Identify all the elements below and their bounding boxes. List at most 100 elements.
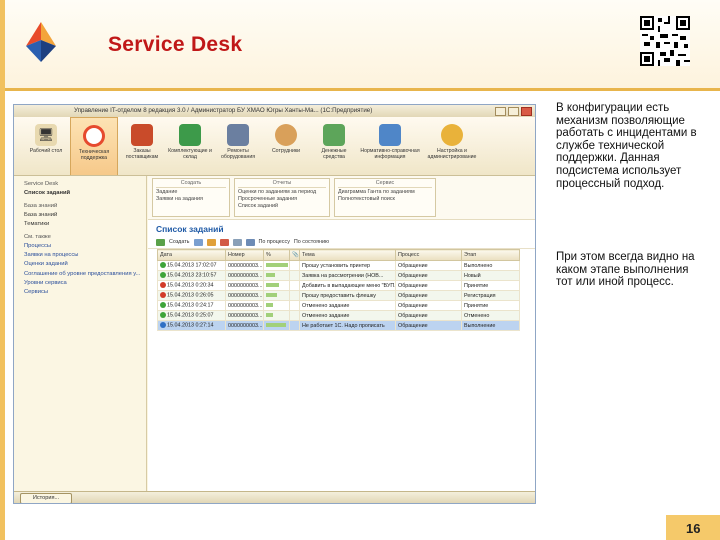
cell-date: 15.04.2013 0:26:05: [157, 290, 226, 301]
cell-date: 15.04.2013 0:24:17: [157, 300, 226, 311]
delete-icon[interactable]: [219, 238, 229, 246]
description-paragraph: В конфигурации есть механизм позволяющие…: [556, 102, 697, 190]
header-divider: [0, 88, 720, 91]
table-row[interactable]: 15.04.2013 0:24:17 0000000003... Отменено …: [157, 300, 520, 311]
status-icon: [160, 312, 166, 319]
column-header-percent[interactable]: %: [263, 249, 290, 261]
description-paragraph-2: При этом всегда видно на каком этапе вып…: [556, 251, 695, 289]
section-components[interactable]: Комплектующие и склад: [166, 117, 214, 175]
find-icon[interactable]: [232, 238, 242, 246]
minimize-button[interactable]: [495, 107, 506, 116]
company-logo: [26, 22, 56, 62]
section-supplier-orders[interactable]: Заказы поставщикам: [118, 117, 166, 175]
attachment-icon[interactable]: 📎: [289, 249, 300, 261]
cell-attachment: [289, 260, 300, 271]
status-icon: [160, 272, 166, 279]
table-row[interactable]: 15.04.2013 0:27:14 0000000003... Не работа…: [157, 320, 520, 331]
cell-progress: [263, 280, 290, 291]
sidebar-link[interactable]: Процессы: [14, 241, 146, 250]
edit-icon[interactable]: [206, 238, 216, 246]
cell-number: 0000000003...: [225, 310, 264, 321]
action-group-service: Сервис Диаграмма Ганта по заданиям Полно…: [334, 178, 436, 217]
table-row[interactable]: 15.04.2013 23:10:57 0000000003... Заявка н…: [157, 270, 520, 281]
section-tech-support[interactable]: Техническая поддержка: [70, 117, 118, 175]
action-link[interactable]: Список заданий: [238, 203, 326, 210]
sidebar-item-knowledge-base[interactable]: База знаний: [14, 210, 146, 219]
section-repairs[interactable]: Ремонты оборудования: [214, 117, 262, 175]
cell-number: 0000000003...: [225, 290, 264, 301]
app-window: Управление IT-отделом 8 редакция 3.0 / А…: [13, 104, 536, 504]
cell-attachment: [289, 300, 300, 311]
action-group-reports: Отчеты Оценки по заданиям за период Прос…: [234, 178, 330, 217]
task-table: Дата Номер % 📎 Тема Процесс Этап 15.04.2…: [157, 249, 520, 331]
maximize-button[interactable]: [508, 107, 519, 116]
window-title: Управление IT-отделом 8 редакция 3.0 / А…: [74, 107, 373, 114]
section-desktop[interactable]: 🖥 Рабочий стол: [22, 117, 70, 175]
board-icon: [179, 124, 201, 146]
cell-progress: [263, 290, 290, 301]
status-icon: [160, 292, 166, 299]
progress-bar: [266, 313, 273, 318]
sidebar-link[interactable]: Заявки на процессы: [14, 251, 146, 260]
cell-process: Обращение: [395, 320, 462, 331]
cell-theme: Прошу установить принтер: [299, 260, 396, 271]
sidebar-link[interactable]: Уровни сервиса: [14, 278, 146, 287]
cell-number: 0000000003...: [225, 270, 264, 281]
table-row[interactable]: 15.04.2013 0:26:05 0000000003... Прошу пре…: [157, 290, 520, 301]
sidebar-item-task-list[interactable]: Список заданий: [14, 189, 146, 198]
filter-by-status-button[interactable]: По состоянию: [294, 239, 329, 245]
add-icon[interactable]: [156, 238, 165, 246]
column-header-stage[interactable]: Этап: [461, 249, 520, 261]
table-row[interactable]: 15.04.2013 0:20:34 0000000003... Добавить …: [157, 280, 520, 291]
cell-theme: Прошу предоставить флешку: [299, 290, 396, 301]
cell-number: 0000000003...: [225, 320, 264, 331]
filter-by-process-button[interactable]: По процессу: [259, 239, 290, 245]
cell-stage: Принятие: [461, 280, 520, 291]
action-link[interactable]: Полнотекстовый поиск: [338, 196, 432, 203]
action-link[interactable]: Оценки по заданиям за период: [238, 189, 326, 196]
table-row[interactable]: 15.04.2013 0:25:07 0000000003... Отменено …: [157, 310, 520, 321]
cell-theme: Добавить в выпадающее меню "ВУП...: [299, 280, 396, 291]
progress-bar: [266, 293, 277, 298]
section-reference[interactable]: Нормативно-справочная информация: [358, 117, 422, 175]
filter-icon[interactable]: [245, 238, 255, 246]
cell-progress: [263, 310, 290, 321]
cell-process: Обращение: [395, 280, 462, 291]
column-header-date[interactable]: Дата: [157, 249, 226, 261]
column-header-number[interactable]: Номер: [225, 249, 264, 261]
cell-process: Обращение: [395, 260, 462, 271]
copy-icon[interactable]: [193, 238, 203, 246]
action-link[interactable]: Просроченные задания: [238, 196, 326, 203]
action-link[interactable]: Задание: [156, 189, 226, 196]
close-button[interactable]: [521, 107, 532, 116]
action-link[interactable]: Диаграмма Ганта по заданиям: [338, 189, 432, 196]
create-button[interactable]: Создать: [169, 239, 190, 245]
section-settings[interactable]: Настройка и администрирование: [422, 117, 482, 175]
sidebar-item-topics[interactable]: Тематики: [14, 220, 146, 229]
section-money[interactable]: Денежные средства: [310, 117, 358, 175]
cell-date: 15.04.2013 17:02:07: [157, 260, 226, 271]
sidebar-link[interactable]: Соглашение об уровне предоставления у...: [14, 269, 146, 278]
section-employees[interactable]: Сотрудники: [262, 117, 310, 175]
column-header-theme[interactable]: Тема: [299, 249, 396, 261]
cell-attachment: [289, 280, 300, 291]
column-header-process[interactable]: Процесс: [395, 249, 462, 261]
status-icon: [160, 282, 166, 289]
gears-icon: [441, 124, 463, 146]
list-title: Список заданий: [156, 224, 224, 234]
status-icon: [160, 322, 166, 329]
sidebar-link[interactable]: Оценки заданий: [14, 260, 146, 269]
table-header: Дата Номер % 📎 Тема Процесс Этап: [157, 249, 520, 261]
progress-bar: [266, 273, 275, 278]
progress-bar: [266, 303, 273, 308]
sidebar-group-service-desk: Service Desk: [24, 181, 59, 187]
table-row[interactable]: 15.04.2013 17:02:07 0000000003... Прошу ус…: [157, 260, 520, 271]
action-link[interactable]: Заявки на задания: [156, 196, 226, 203]
cell-theme: Не работает 1С. Надо прописать: [299, 320, 396, 331]
sidebar: Service Desk Список заданий База знаний …: [14, 176, 147, 491]
cart-icon: [131, 124, 153, 146]
sidebar-group-knowledge: База знаний: [24, 202, 58, 209]
sidebar-link[interactable]: Сервисы: [14, 287, 146, 296]
cell-date: 15.04.2013 0:20:34: [157, 280, 226, 291]
history-button[interactable]: История...: [20, 493, 72, 503]
